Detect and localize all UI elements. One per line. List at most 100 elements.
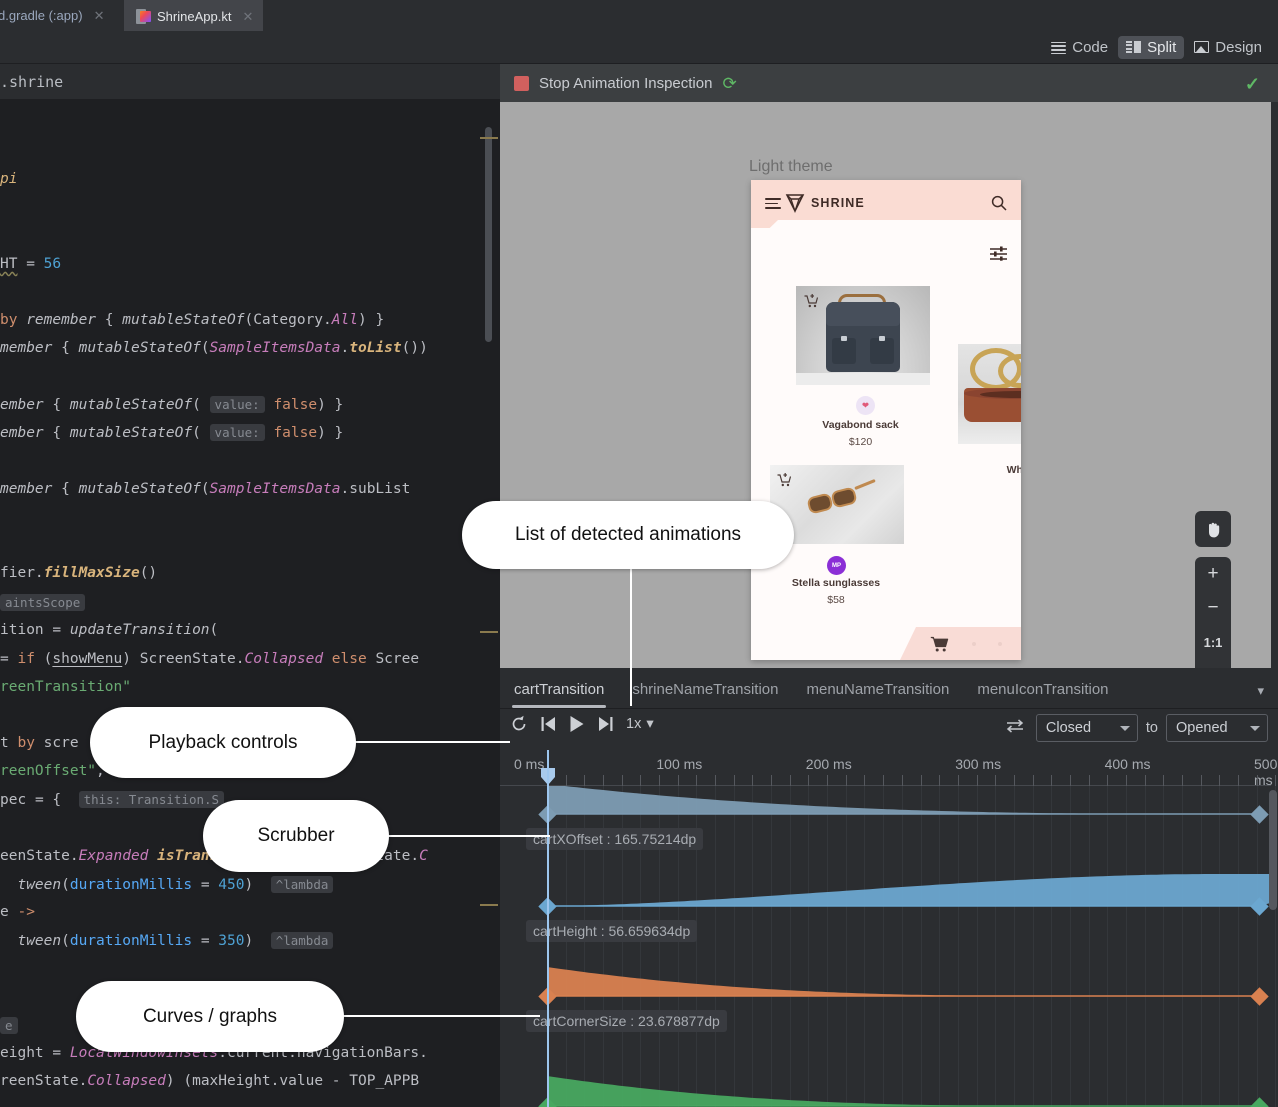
animation-curves[interactable]: cartXOffset : 165.75214dpcartHeight : 56… bbox=[500, 786, 1271, 1107]
loop-icon[interactable] bbox=[510, 715, 528, 733]
breadcrumb[interactable]: .shrine bbox=[0, 73, 63, 91]
timeline-minor-tick bbox=[659, 775, 660, 786]
code-line: member { mutableStateOf(SampleItemsData.… bbox=[0, 475, 410, 504]
preview-scrollbar[interactable] bbox=[1271, 102, 1278, 668]
tab-build-gradle[interactable]: d.gradle (:app) ✕ bbox=[0, 0, 114, 31]
kotlin-file-icon bbox=[136, 9, 150, 25]
callout-text: List of detected animations bbox=[515, 524, 741, 546]
animation-timeline[interactable]: 0 ms100 ms200 ms300 ms400 ms500 ms cartX… bbox=[500, 750, 1278, 1107]
animation-tab-cartTransition[interactable]: cartTransition bbox=[500, 681, 618, 708]
timeline-tick-label: 300 ms bbox=[955, 756, 1001, 772]
view-mode-bar: Code Split Design bbox=[0, 31, 1278, 64]
timeline-minor-tick bbox=[696, 775, 697, 786]
callout-curves-graphs: Curves / graphs bbox=[76, 981, 344, 1052]
stop-animation-inspection-button[interactable]: Stop Animation Inspection bbox=[539, 75, 712, 92]
view-mode-design[interactable]: Design bbox=[1186, 36, 1270, 59]
playback-speed-selector[interactable]: 1x ▾ bbox=[626, 716, 654, 732]
cart-bar[interactable] bbox=[900, 627, 1021, 660]
skip-to-end-icon[interactable] bbox=[598, 716, 613, 732]
code-editor[interactable]: piHT = 56by remember { mutableStateOf(Ca… bbox=[0, 99, 500, 1107]
editor-scrollbar[interactable] bbox=[485, 127, 492, 342]
add-to-cart-icon[interactable] bbox=[777, 473, 792, 487]
tab-label: shrineNameTransition bbox=[632, 681, 778, 698]
timeline-tick-label: 100 ms bbox=[656, 756, 702, 772]
timeline-minor-tick bbox=[1089, 775, 1090, 786]
tab-shrineapp-kt[interactable]: ShrineApp.kt ✕ bbox=[124, 0, 263, 31]
timeline-scrollbar[interactable] bbox=[1269, 790, 1277, 910]
play-icon[interactable] bbox=[569, 715, 585, 733]
code-line: fier.fillMaxSize() bbox=[0, 559, 157, 588]
code-line: e bbox=[0, 1011, 18, 1040]
animation-tab-shrineNameTransition[interactable]: shrineNameTransition bbox=[618, 681, 792, 708]
chevron-down-icon bbox=[1120, 726, 1130, 731]
editor-gutter-mark bbox=[480, 137, 498, 139]
callout-leader-line bbox=[630, 560, 632, 706]
close-icon[interactable]: ✕ bbox=[242, 9, 253, 25]
preview-surface[interactable]: Light theme SHRINE bbox=[500, 102, 1271, 668]
preview-zoom-toolbar: + − 1:1 bbox=[1195, 511, 1231, 668]
actual-size-button[interactable]: 1:1 bbox=[1195, 625, 1231, 659]
chevron-down-icon: ▾ bbox=[646, 716, 653, 732]
shopping-cart-icon[interactable] bbox=[930, 636, 949, 657]
code-line: ember { mutableStateOf( value: false) } bbox=[0, 418, 343, 447]
pan-tool-button[interactable] bbox=[1195, 511, 1231, 547]
swap-states-icon[interactable] bbox=[1006, 719, 1024, 738]
timeline-minor-tick bbox=[1126, 775, 1127, 786]
callout-scrubber: Scrubber bbox=[203, 800, 389, 872]
avatar: ❤ bbox=[856, 396, 875, 415]
callout-text: Playback controls bbox=[149, 732, 298, 754]
breadcrumb-bar: .shrine bbox=[0, 64, 500, 99]
skip-to-start-icon[interactable] bbox=[541, 716, 556, 732]
callout-leader-line bbox=[350, 741, 510, 743]
checkmark-icon: ✓ bbox=[1245, 74, 1260, 95]
device-preview[interactable]: SHRINE bbox=[751, 180, 1021, 660]
timeline-minor-tick bbox=[958, 775, 959, 786]
hamburger-menu-icon[interactable] bbox=[765, 198, 781, 208]
timeline-minor-tick bbox=[1182, 775, 1183, 786]
code-line: member { mutableStateOf(SampleItemsData.… bbox=[0, 334, 428, 363]
chevron-down-icon[interactable]: ▾ bbox=[1257, 683, 1264, 699]
fit-screen-button[interactable] bbox=[1195, 659, 1231, 668]
zoom-in-button[interactable]: + bbox=[1195, 557, 1231, 591]
callout-text: Scrubber bbox=[257, 825, 334, 847]
refresh-icon[interactable]: ⟳ bbox=[722, 75, 736, 92]
timeline-minor-tick bbox=[902, 775, 903, 786]
filter-tune-icon[interactable] bbox=[990, 246, 1007, 261]
timeline-minor-tick bbox=[715, 775, 716, 786]
playback-bar: 1x ▾ Closed to Opened bbox=[500, 709, 1278, 750]
timeline-ruler[interactable]: 0 ms100 ms200 ms300 ms400 ms500 ms bbox=[500, 750, 1271, 786]
scrubber-line[interactable] bbox=[547, 750, 549, 1107]
timeline-minor-tick bbox=[603, 775, 604, 786]
timeline-minor-tick bbox=[566, 775, 567, 786]
close-icon[interactable]: ✕ bbox=[94, 8, 105, 24]
timeline-minor-tick bbox=[1070, 775, 1071, 786]
avatar: MP bbox=[827, 556, 846, 575]
view-mode-split[interactable]: Split bbox=[1118, 36, 1184, 59]
to-state-dropdown[interactable]: Opened bbox=[1166, 714, 1268, 742]
timeline-minor-tick bbox=[808, 775, 809, 786]
code-lines-icon bbox=[1051, 42, 1066, 53]
stop-icon[interactable] bbox=[514, 76, 529, 91]
zoom-out-button[interactable]: − bbox=[1195, 591, 1231, 625]
product-image[interactable] bbox=[958, 344, 1021, 444]
timeline-minor-tick bbox=[584, 775, 585, 786]
timeline-minor-tick bbox=[1257, 775, 1258, 786]
chevron-down-icon bbox=[1250, 726, 1260, 731]
tab-label: ShrineApp.kt bbox=[157, 9, 231, 24]
code-line: tween(durationMillis = 350) ^lambda bbox=[0, 926, 333, 955]
timeline-minor-tick bbox=[1033, 775, 1034, 786]
timeline-minor-tick bbox=[678, 775, 679, 786]
timeline-minor-tick bbox=[622, 775, 623, 786]
add-to-cart-icon[interactable] bbox=[804, 294, 819, 308]
animation-tab-menuIconTransition[interactable]: menuIconTransition bbox=[963, 681, 1122, 708]
code-line: ition = updateTransition( bbox=[0, 616, 218, 645]
from-state-dropdown[interactable]: Closed bbox=[1036, 714, 1138, 742]
timeline-minor-tick bbox=[939, 775, 940, 786]
app-title: SHRINE bbox=[811, 196, 865, 210]
animation-tab-menuNameTransition[interactable]: menuNameTransition bbox=[792, 681, 963, 708]
callout-text: Curves / graphs bbox=[143, 1006, 277, 1028]
code-line: t by scre bbox=[0, 729, 79, 758]
view-mode-code[interactable]: Code bbox=[1043, 36, 1116, 59]
search-icon[interactable] bbox=[991, 195, 1007, 211]
shrine-diamond-icon bbox=[785, 192, 805, 213]
